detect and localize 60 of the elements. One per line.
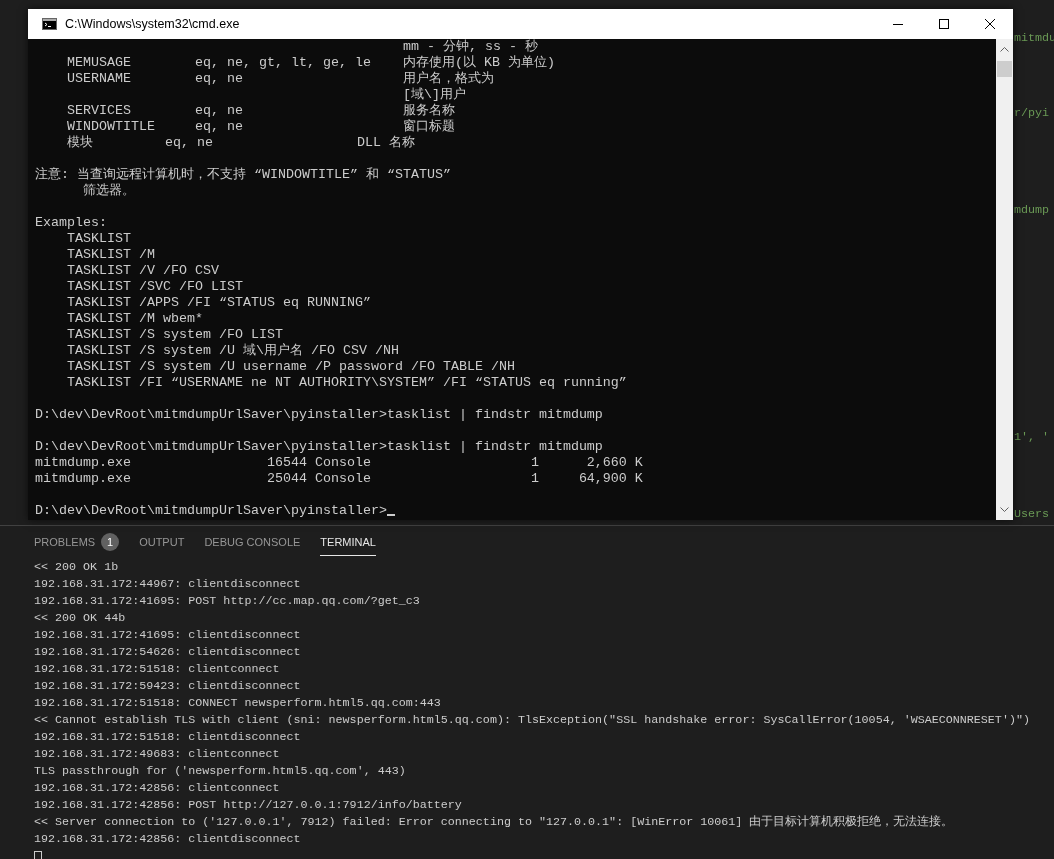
console-line: 模块 eq, ne DLL 名称 [66, 135, 415, 150]
terminal-line: 192.168.31.172:41695: POST http://cc.map.qq.com/?get_c3 [34, 594, 420, 608]
terminal-line: << 200 OK 1b [34, 560, 119, 574]
panel-tab[interactable]: TERMINAL [320, 528, 376, 556]
console-line: D:\dev\DevRoot\mitmdumpUrlSaver\pyinstaller>tasklist | findstr mitmdump [35, 407, 603, 422]
terminal-line: 192.168.31.172:51518: clientconnect [34, 662, 280, 676]
terminal-line: 192.168.31.172:59423: clientdisconnect [34, 679, 301, 693]
code-text: 1', ' [1013, 430, 1051, 444]
console-line: Examples: [35, 215, 107, 230]
console-line: TASKLIST /S system /U username /P password /FO TABLE /NH [66, 359, 515, 374]
console-line: TASKLIST /APPS /FI “STATUS eq RUNNING” [66, 295, 371, 310]
scroll-up-icon[interactable] [1000, 46, 1009, 52]
scroll-down-icon[interactable] [1000, 507, 1009, 513]
terminal-line: 192.168.31.172:42856: clientconnect [34, 781, 280, 795]
terminal-line: TLS passthrough for ('newsperform.html5.qq.com', 443) [34, 764, 406, 778]
console-line: TASKLIST [66, 231, 131, 246]
console-line: TASKLIST /FI “USERNAME ne NT AUTHORITY\SYSTEM” /FI “STATUS eq running” [66, 375, 627, 390]
console-line: D:\dev\DevRoot\mitmdumpUrlSaver\pyinstaller>tasklist | findstr mitmdump [35, 439, 603, 454]
console-line: TASKLIST /S system /U 域\用户名 /FO CSV /NH [66, 343, 399, 358]
code-text: mdump [1013, 203, 1051, 217]
scrollbar-thumb[interactable] [997, 61, 1012, 77]
terminal-line: 192.168.31.172:42856: POST http://127.0.0.1:7912/info/battery [34, 798, 462, 812]
maximize-icon [939, 19, 949, 29]
console-line: TASKLIST /S system /FO LIST [66, 327, 283, 342]
console-line: mitmdump.exe 25044 Console 1 64,900 K [35, 471, 643, 486]
console-line: TASKLIST /V /FO CSV [66, 263, 219, 278]
terminal-line: 192.168.31.172:42856: clientdisconnect [34, 832, 301, 846]
terminal-line: << 200 OK 44b [34, 611, 126, 625]
count-badge: 1 [101, 532, 120, 551]
console-line: D:\dev\DevRoot\mitmdumpUrlSaver\pyinstaller> [35, 503, 387, 518]
terminal-line: 192.168.31.172:54626: clientdisconnect [34, 645, 301, 659]
console-line: 注意: 当查询远程计算机时，不支持 “WINDOWTITLE” 和 “STATUS” [35, 167, 451, 182]
console-line: TASKLIST /M [66, 247, 155, 262]
console-line: 筛选器。 [82, 183, 135, 198]
terminal-line: << Cannot establish TLS with client (sni: newsperform.html5.qq.com): TlsException("SSL handshake error: SysCallError(10054, 'WSAECONNRESET')") [34, 713, 1030, 727]
console-line: mitmdump.exe 16544 Console 1 2,660 K [35, 455, 643, 470]
panel-tab[interactable]: OUTPUT [139, 528, 185, 556]
window-title: C:\Windows\system32\cmd.exe [65, 17, 241, 31]
terminal-line: << Server connection to ('127.0.0.1', 7912) failed: Error connecting to "127.0.0.1": [WinError 10061] 由于目标计算机积极拒绝，无法连接。 [34, 815, 954, 829]
console-line: TASKLIST /M wbem* [66, 311, 203, 326]
code-text: r/pyi [1013, 106, 1051, 120]
code-text: Users [1013, 507, 1051, 521]
text-cursor [386, 514, 395, 516]
console-line: TASKLIST /SVC /FO LIST [66, 279, 243, 294]
console-icon [42, 18, 57, 30]
terminal-line: 192.168.31.172:44967: clientdisconnect [34, 577, 301, 591]
panel-tab[interactable]: DEBUG CONSOLE [204, 528, 301, 556]
console-line: MEMUSAGE eq, ne, gt, lt, ge, le 内存使用(以 KB 为单位) [66, 55, 555, 70]
console-line: [域\]用户 [401, 87, 466, 102]
panel-tab[interactable]: PROBLEMS 1 [34, 528, 120, 556]
terminal-line: 192.168.31.172:41695: clientdisconnect [34, 628, 301, 642]
close-icon [985, 19, 995, 29]
scrollbar[interactable] [996, 39, 1013, 520]
terminal-line: 192.168.31.172:51518: CONNECT newsperform.html5.qq.com:443 [34, 696, 441, 710]
console-line: WINDOWTITLE eq, ne 窗口标题 [66, 119, 455, 134]
terminal-line: 192.168.31.172:49683: clientconnect [34, 747, 280, 761]
terminal-line: 192.168.31.172:51518: clientdisconnect [34, 730, 301, 744]
console-line: mm - 分钟, ss - 秒 [401, 39, 538, 54]
console-line: SERVICES eq, ne 服务名称 [66, 103, 455, 118]
console-line: USERNAME eq, ne 用户名，格式为 [66, 71, 494, 86]
